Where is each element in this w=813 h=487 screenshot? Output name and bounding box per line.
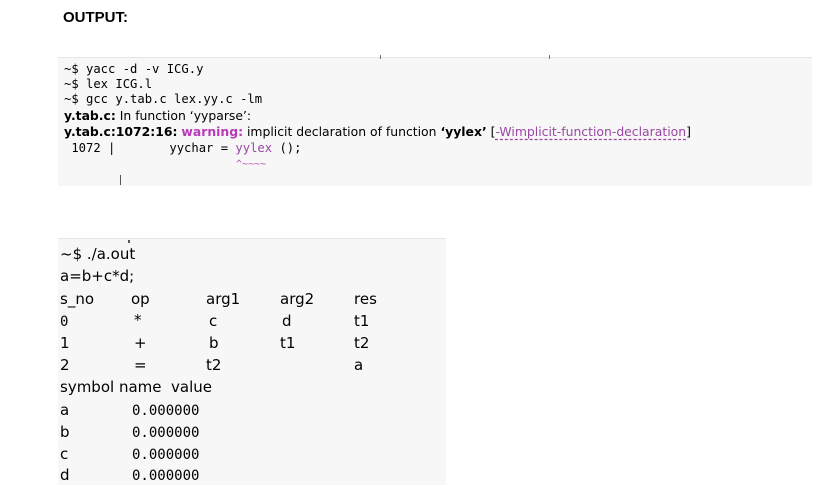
cell-res: t2	[354, 334, 370, 352]
header-res: res	[354, 290, 377, 308]
run-terminal-screenshot: ~$ ./a.out a=b+c*d; s_no op arg1 arg2 re…	[58, 238, 446, 485]
symbol-value: 0.000000	[132, 425, 200, 441]
header-s-no: s_no	[60, 290, 94, 308]
cell-arg1: t2	[206, 356, 222, 374]
warning-message: implicit declaration of function	[243, 124, 441, 139]
divider-tick	[549, 55, 550, 59]
source-code-pre: yychar =	[169, 141, 236, 155]
cell-s-no: 1	[60, 334, 70, 352]
file-name: y.tab.c:	[64, 108, 116, 123]
cell-arg1: c	[209, 312, 218, 330]
warning-flag-link[interactable]: -Wimplicit-function-declaration	[495, 124, 686, 139]
symbol-name: a	[60, 401, 70, 419]
symbol-name: c	[60, 445, 69, 463]
cell-arg2: d	[282, 312, 292, 330]
cell-s-no: 0	[60, 314, 69, 330]
header-arg2: arg2	[280, 290, 315, 308]
function-name: ‘yylex’	[440, 124, 487, 139]
cell-op: *	[134, 311, 142, 329]
warning-line: y.tab.c:1072:16: warning: implicit decla…	[64, 124, 691, 139]
input-expression: a=b+c*d;	[60, 267, 135, 285]
symbol-value: 0.000000	[132, 403, 200, 419]
run-command-line: ~$ ./a.out	[60, 245, 136, 263]
gcc-command-line: ~$ gcc y.tab.c lex.yy.c -lm	[64, 92, 263, 106]
cell-res: a	[354, 356, 364, 374]
header-arg1: arg1	[206, 290, 241, 308]
cell-arg2: t1	[280, 334, 296, 352]
compile-terminal-screenshot: ~$ yacc -d -v ICG.y ~$ lex ICG.l ~$ gcc …	[58, 55, 812, 186]
flag-close-bracket: ]	[686, 124, 691, 139]
symbol-name: b	[60, 423, 70, 441]
symbol-name: d	[60, 466, 70, 484]
source-line: 1072 | yychar = yylex ();	[64, 141, 301, 156]
in-function-text: In function ‘yyparse’:	[115, 108, 252, 123]
divider-tick	[380, 55, 381, 59]
lex-command-line: ~$ lex ICG.l	[64, 77, 153, 91]
warning-label: warning:	[181, 124, 244, 139]
yacc-command-line: ~$ yacc -d -v ICG.y	[64, 62, 204, 76]
line-number: 1072 |	[64, 141, 116, 155]
header-op: op	[131, 290, 150, 308]
gutter-bar	[120, 175, 121, 185]
symbol-table-header: symbol name value	[60, 378, 212, 396]
cell-s-no: 2	[60, 356, 70, 374]
source-code-post: ();	[272, 141, 302, 155]
cell-arg1: b	[209, 334, 219, 352]
in-function-line: y.tab.c: In function ‘yyparse’:	[64, 108, 251, 123]
symbol-value: 0.000000	[132, 447, 200, 463]
output-heading: OUTPUT:	[63, 9, 128, 26]
error-squiggle: ^~~~~	[236, 159, 267, 170]
source-code-ident: yylex	[235, 141, 273, 155]
warning-location: y.tab.c:1072:16:	[64, 124, 178, 139]
cell-op: =	[134, 356, 147, 374]
cell-op: +	[134, 334, 147, 352]
cell-res: t1	[354, 312, 370, 330]
